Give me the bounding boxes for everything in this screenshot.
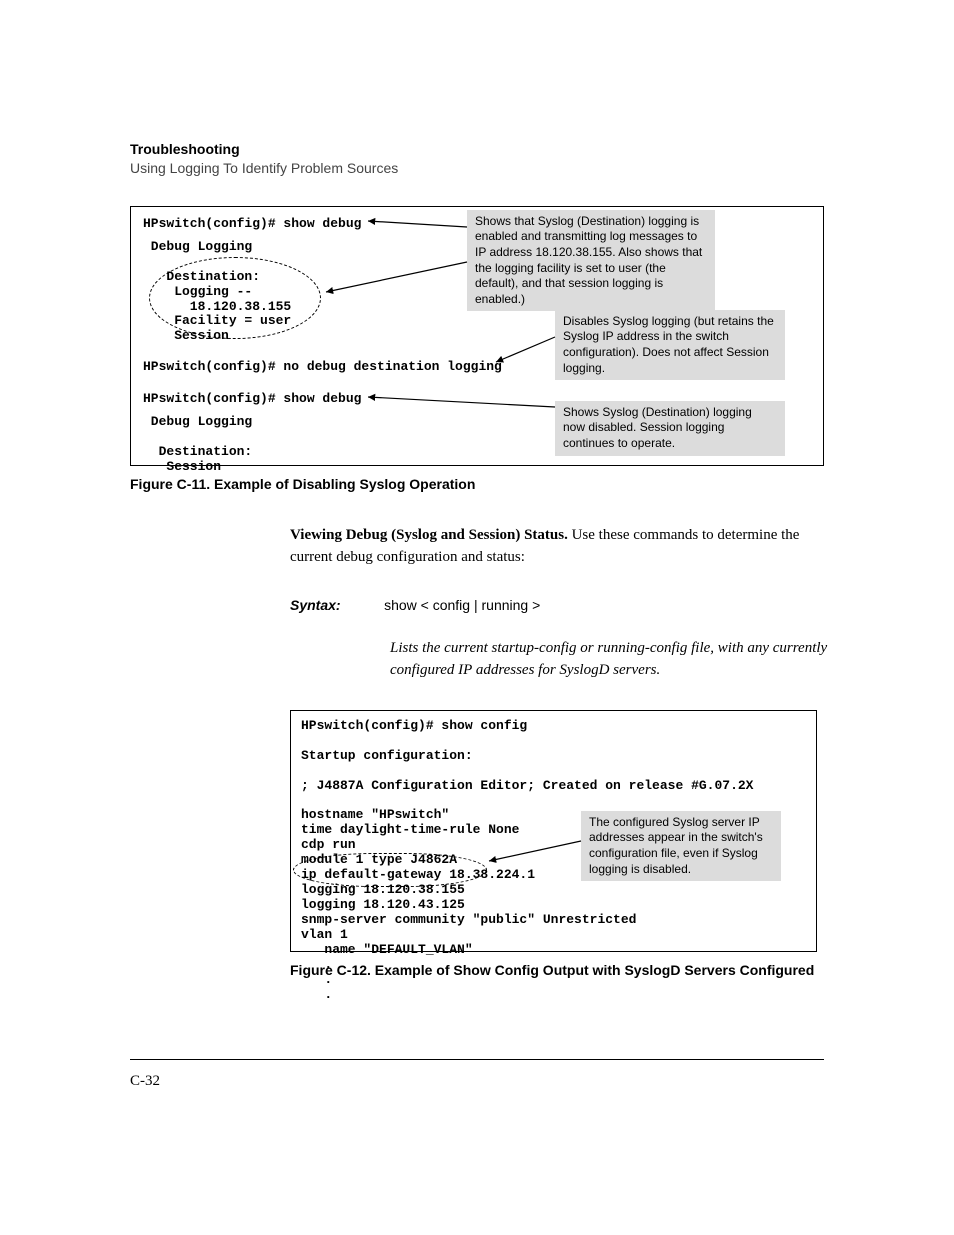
terminal-block: Debug Logging Destination: Session	[143, 415, 252, 475]
figure-c12-box: HPswitch(config)# show config Startup co…	[290, 710, 817, 952]
annotation-box: Shows that Syslog (Destination) logging …	[467, 210, 715, 312]
page-number: C-32	[130, 1073, 160, 1090]
terminal-line: HPswitch(config)# show debug	[143, 217, 361, 232]
body-paragraph: Viewing Debug (Syslog and Session) Statu…	[290, 524, 810, 569]
terminal-line: HPswitch(config)# no debug destination l…	[143, 360, 502, 375]
body-heading: Viewing Debug (Syslog and Session) Statu…	[290, 527, 568, 543]
figure-c11-box: HPswitch(config)# show debug Debug Loggi…	[130, 206, 824, 466]
document-page: Troubleshooting Using Logging To Identif…	[0, 0, 954, 1235]
figure-c11-caption: Figure C-11. Example of Disabling Syslog…	[130, 476, 824, 492]
annotation-box: Disables Syslog logging (but retains the…	[555, 310, 785, 380]
syntax-label: Syntax:	[290, 597, 341, 613]
page-header: Troubleshooting Using Logging To Identif…	[130, 140, 824, 178]
syntax-description: Lists the current startup-config or runn…	[390, 637, 830, 682]
footer-rule	[130, 1059, 824, 1060]
terminal-line: HPswitch(config)# show debug	[143, 392, 361, 407]
header-subtitle: Using Logging To Identify Problem Source…	[130, 159, 824, 178]
header-title: Troubleshooting	[130, 140, 824, 159]
dashed-highlight-icon	[149, 257, 321, 339]
syntax-row: Syntax: show < config | running >	[290, 597, 824, 615]
syntax-command: show < config | running >	[384, 597, 540, 613]
dashed-highlight-icon	[293, 853, 487, 887]
annotation-box: The configured Syslog server IP addresse…	[581, 811, 781, 881]
annotation-box: Shows Syslog (Destination) logging now d…	[555, 401, 785, 456]
